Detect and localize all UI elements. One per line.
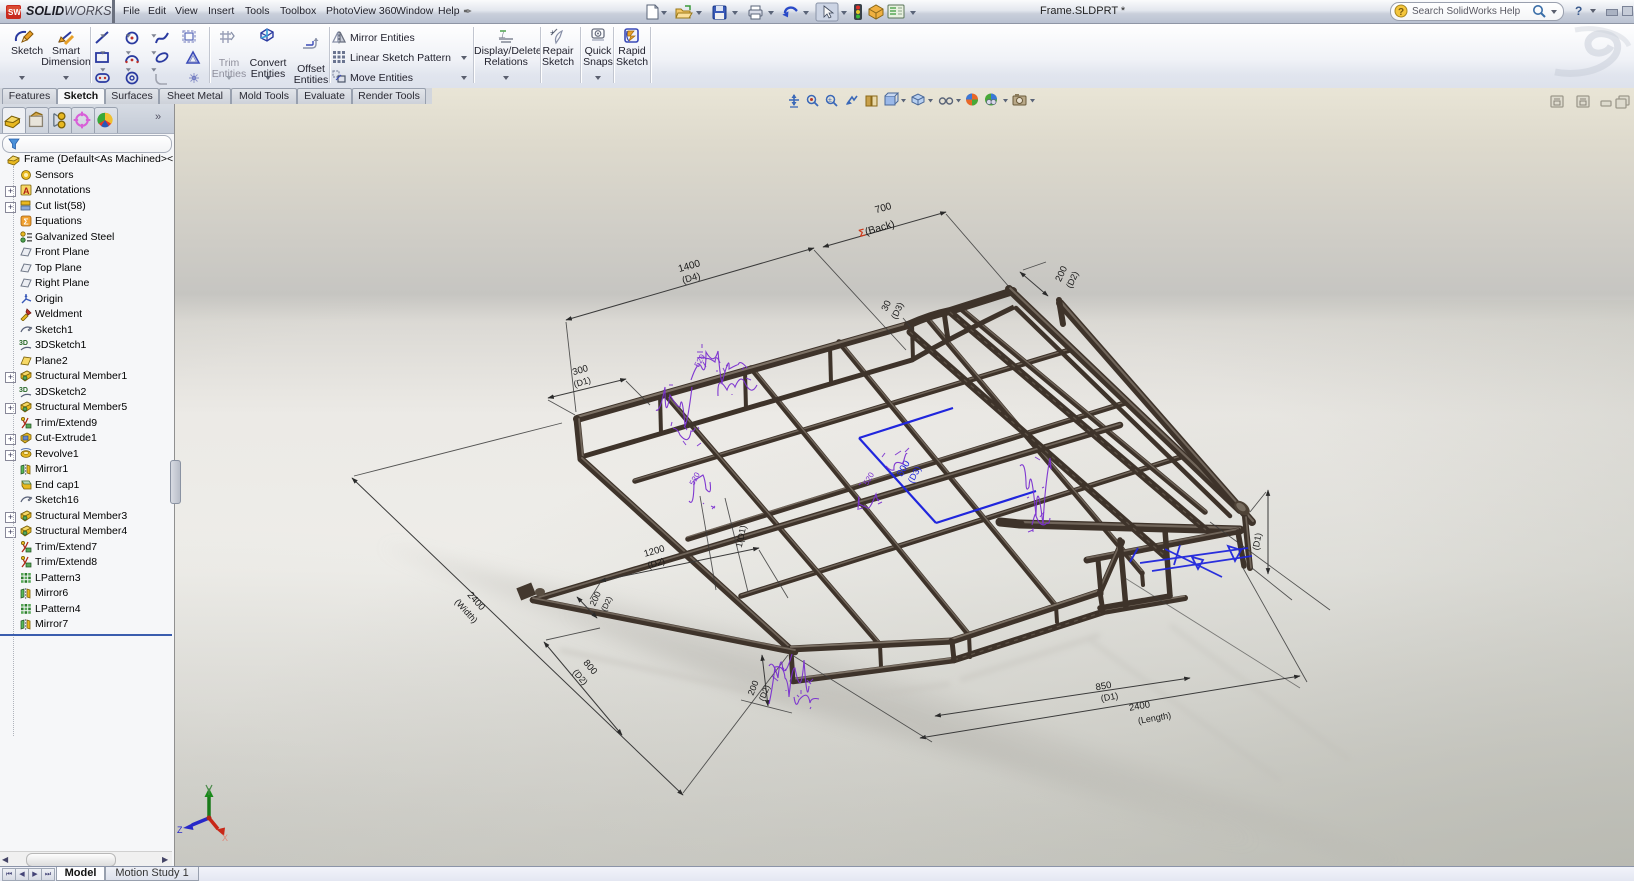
svg-text:+: +: [550, 28, 555, 37]
svg-text:3D: 3D: [19, 387, 28, 394]
svg-text:SW: SW: [8, 8, 21, 17]
svg-text:A: A: [23, 186, 30, 196]
svg-text:3D: 3D: [19, 340, 28, 347]
svg-text:Z: Z: [177, 825, 183, 835]
svg-text:?: ?: [1398, 7, 1404, 18]
svg-text:X: X: [222, 833, 228, 843]
svg-text:Σ: Σ: [24, 217, 29, 227]
svg-text:±: ±: [828, 97, 832, 104]
